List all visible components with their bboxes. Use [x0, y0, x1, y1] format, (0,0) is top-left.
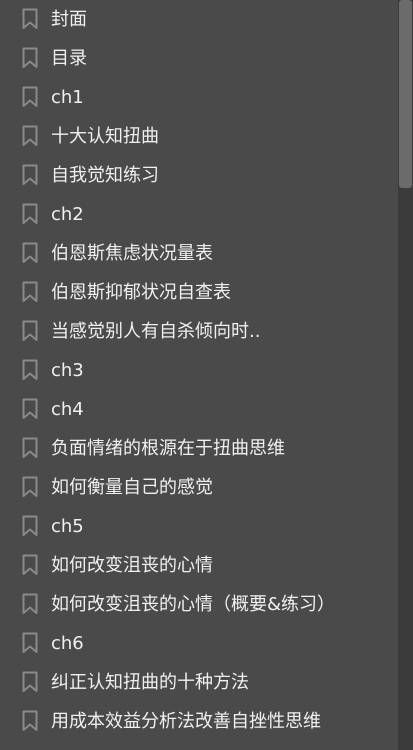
- toc-item[interactable]: 伯恩斯抑郁状况自查表: [0, 273, 398, 312]
- toc-item-label: ch2: [51, 204, 84, 225]
- toc-item[interactable]: 十大认知扭曲: [0, 117, 398, 156]
- bookmark-icon: [22, 47, 38, 69]
- bookmark-icon: [22, 203, 38, 225]
- toc-item[interactable]: 自我觉知练习: [0, 156, 398, 195]
- toc-item-label: 伯恩斯抑郁状况自查表: [51, 282, 231, 303]
- toc-item-label: 封面: [51, 9, 87, 30]
- toc-list: 封面 目录 ch1 十大认知扭曲 自我觉知练习 ch2 伯恩斯焦虑状况量表 伯恩…: [0, 0, 398, 750]
- bookmark-icon: [22, 476, 38, 498]
- toc-panel: 封面 目录 ch1 十大认知扭曲 自我觉知练习 ch2 伯恩斯焦虑状况量表 伯恩…: [0, 0, 413, 750]
- toc-item-label: ch1: [51, 87, 84, 108]
- toc-item[interactable]: 如何衡量自己的感觉: [0, 468, 398, 507]
- toc-item-label: ch3: [51, 360, 84, 381]
- vertical-scrollbar[interactable]: [398, 0, 413, 750]
- toc-item[interactable]: 伯恩斯焦虑状况量表: [0, 234, 398, 273]
- bookmark-icon: [22, 554, 38, 576]
- toc-item[interactable]: ch3: [0, 351, 398, 390]
- bookmark-icon: [22, 164, 38, 186]
- toc-item[interactable]: 用成本效益分析法改善自挫性思维: [0, 702, 398, 741]
- scrollbar-thumb[interactable]: [399, 0, 412, 188]
- bookmark-icon: [22, 8, 38, 30]
- toc-item[interactable]: ch1: [0, 78, 398, 117]
- bookmark-icon: [22, 320, 38, 342]
- toc-item[interactable]: 如何改变沮丧的心情: [0, 546, 398, 585]
- toc-item-label: ch4: [51, 399, 84, 420]
- bookmark-icon: [22, 632, 38, 654]
- bookmark-icon: [22, 281, 38, 303]
- bookmark-icon: [22, 125, 38, 147]
- toc-item[interactable]: 纠正认知扭曲的十种方法: [0, 663, 398, 702]
- toc-item-label: ch6: [51, 633, 84, 654]
- toc-item-label: 十大认知扭曲: [51, 126, 159, 147]
- bookmark-icon: [22, 710, 38, 732]
- toc-item[interactable]: 负面情绪的根源在于扭曲思维: [0, 429, 398, 468]
- toc-item-label: 如何改变沮丧的心情（概要&练习）: [51, 594, 336, 615]
- toc-item-label: ch5: [51, 516, 84, 537]
- bookmark-icon: [22, 242, 38, 264]
- toc-item[interactable]: 封面: [0, 0, 398, 39]
- toc-item[interactable]: 当感觉别人有自杀倾向时..: [0, 312, 398, 351]
- toc-item[interactable]: 如何改变沮丧的心情（概要&练习）: [0, 585, 398, 624]
- bookmark-icon: [22, 671, 38, 693]
- bookmark-icon: [22, 593, 38, 615]
- bookmark-icon: [22, 437, 38, 459]
- toc-item-label: 如何衡量自己的感觉: [51, 477, 213, 498]
- toc-item-label: 如何改变沮丧的心情: [51, 555, 213, 576]
- bookmark-icon: [22, 515, 38, 537]
- toc-item-label: 伯恩斯焦虑状况量表: [51, 243, 213, 264]
- bookmark-icon: [22, 398, 38, 420]
- toc-item-label: 负面情绪的根源在于扭曲思维: [51, 438, 285, 459]
- bookmark-icon: [22, 359, 38, 381]
- toc-item-label: 目录: [51, 48, 87, 69]
- bookmark-icon: [22, 86, 38, 108]
- toc-item[interactable]: ch5: [0, 507, 398, 546]
- toc-item-label: 自我觉知练习: [51, 165, 159, 186]
- toc-item[interactable]: ch2: [0, 195, 398, 234]
- toc-item[interactable]: ch6: [0, 624, 398, 663]
- toc-item[interactable]: ch4: [0, 390, 398, 429]
- toc-item-label: 当感觉别人有自杀倾向时..: [51, 321, 261, 342]
- toc-item[interactable]: 目录: [0, 39, 398, 78]
- toc-item-label: 纠正认知扭曲的十种方法: [51, 672, 249, 693]
- toc-item-label: 用成本效益分析法改善自挫性思维: [51, 711, 321, 732]
